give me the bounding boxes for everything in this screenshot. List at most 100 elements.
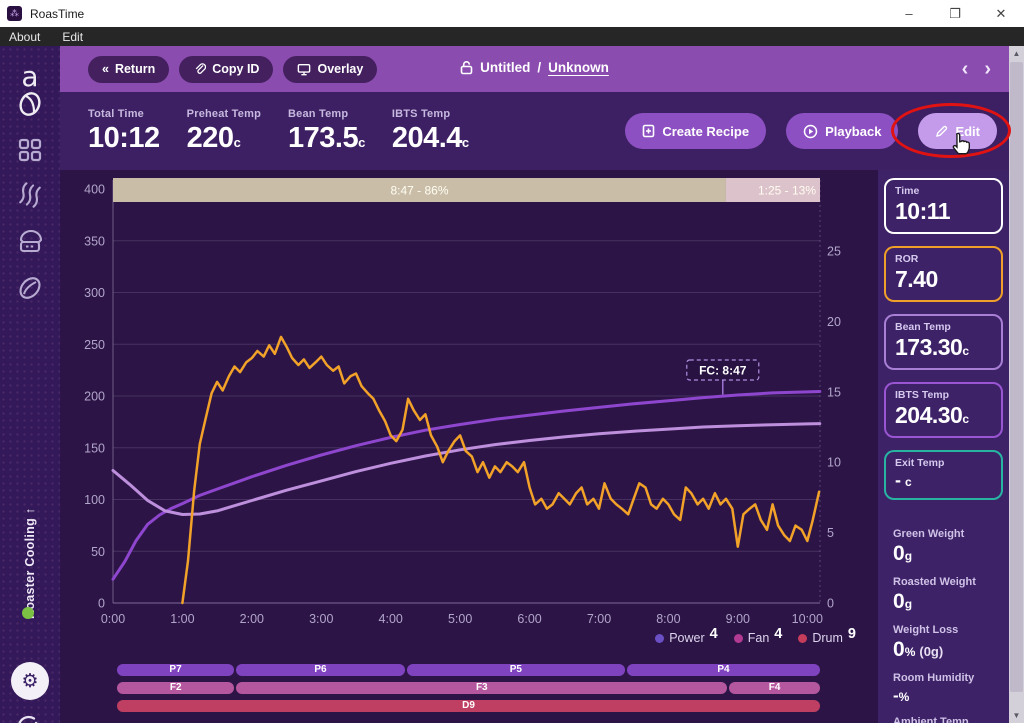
main-area: « Return Copy ID Overlay xyxy=(60,46,1009,723)
power-segment-P6: P6 xyxy=(236,664,405,676)
aillio-logo-icon[interactable]: a xyxy=(15,60,45,118)
live-readings-panel: Time 10:11 ROR 7.40 Bean Temp 173.30c IB… xyxy=(878,170,1009,723)
svg-text:0:00: 0:00 xyxy=(101,612,125,626)
svg-text:6:00: 6:00 xyxy=(517,612,541,626)
card-ror: ROR 7.40 xyxy=(884,246,1003,302)
weights-section: Green Weight 0g Roasted Weight 0g Weight… xyxy=(884,512,1003,723)
power-bar-row: P7P6P5P4 xyxy=(117,664,820,676)
svg-text:1:00: 1:00 xyxy=(170,612,194,626)
green-weight: Green Weight 0g xyxy=(893,528,1000,566)
roastime-window: ⁂ RoasTime – ❐ ✕ About Edit a xyxy=(0,0,1024,723)
svg-text:5: 5 xyxy=(827,526,834,540)
pencil-icon xyxy=(935,125,948,138)
power-dot-icon xyxy=(655,634,664,643)
scrollbar[interactable]: ▲ ▼ xyxy=(1009,46,1024,723)
svg-text:20: 20 xyxy=(827,315,841,329)
maximize-button[interactable]: ❐ xyxy=(932,0,978,27)
double-chevron-left-icon: « xyxy=(102,62,109,76)
status-arrow: ↑ xyxy=(23,508,37,515)
fan-segment-F2: F2 xyxy=(117,682,234,694)
svg-text:300: 300 xyxy=(84,286,105,300)
weight-loss: Weight Loss 0%(0g) xyxy=(893,624,1000,662)
dashboard-grid-icon[interactable] xyxy=(18,138,42,162)
fan-dot-icon xyxy=(734,634,743,643)
svg-text:0: 0 xyxy=(98,597,105,611)
svg-text:FC: 8:47: FC: 8:47 xyxy=(699,364,747,378)
minimize-button[interactable]: – xyxy=(886,0,932,27)
svg-text:200: 200 xyxy=(84,390,105,404)
svg-text:8:47 - 86%: 8:47 - 86% xyxy=(390,184,448,198)
titlebar: ⁂ RoasTime – ❐ ✕ xyxy=(0,0,1024,27)
create-recipe-button[interactable]: Create Recipe xyxy=(625,113,766,149)
svg-text:2:00: 2:00 xyxy=(240,612,264,626)
legend-power[interactable]: Power 4 xyxy=(655,630,718,646)
roast-name: Untitled xyxy=(480,60,530,75)
status-green-dot xyxy=(22,607,34,619)
roaster-status-text: Roaster Cooling xyxy=(23,518,37,619)
next-roast-chevron[interactable]: › xyxy=(984,58,991,81)
scroll-up-arrow[interactable]: ▲ xyxy=(1009,46,1024,61)
card-time: Time 10:11 xyxy=(884,178,1003,234)
card-ibts-temp: IBTS Temp 204.30c xyxy=(884,382,1003,438)
document-plus-icon xyxy=(642,124,655,138)
power-segment-P7: P7 xyxy=(117,664,234,676)
overlay-screen-icon xyxy=(297,63,311,76)
svg-text:250: 250 xyxy=(84,338,105,352)
prev-roast-chevron[interactable]: ‹ xyxy=(962,58,969,81)
power-segment-P4: P4 xyxy=(627,664,820,676)
svg-text:8:00: 8:00 xyxy=(656,612,680,626)
return-button[interactable]: « Return xyxy=(88,56,169,83)
control-history-bars: P7P6P5P4 F2F3F4 D9 xyxy=(117,664,820,718)
edit-button[interactable]: Edit xyxy=(918,113,997,149)
legend-fan[interactable]: Fan 4 xyxy=(734,630,783,646)
close-button[interactable]: ✕ xyxy=(978,0,1024,27)
svg-text:50: 50 xyxy=(91,545,105,559)
roaster-machine-icon[interactable] xyxy=(16,228,44,254)
power-segment-P5: P5 xyxy=(407,664,625,676)
svg-text:4:00: 4:00 xyxy=(379,612,403,626)
overlay-button[interactable]: Overlay xyxy=(283,56,377,83)
paperclip-icon xyxy=(193,63,206,76)
menu-about[interactable]: About xyxy=(9,30,40,44)
copy-id-button[interactable]: Copy ID xyxy=(179,56,273,83)
fan-bar-row: F2F3F4 xyxy=(117,682,820,694)
left-sidebar: a xyxy=(0,46,60,723)
bean-icon[interactable] xyxy=(16,274,44,302)
roast-toolbar: « Return Copy ID Overlay xyxy=(60,46,1009,92)
play-circle-icon xyxy=(803,124,818,139)
svg-text:10:00: 10:00 xyxy=(792,612,823,626)
lock-icon[interactable] xyxy=(460,60,473,75)
legend-drum[interactable]: Drum 9 xyxy=(798,630,856,646)
drum-bar-row: D9 xyxy=(117,700,820,712)
stat-total-time: Total Time 10:12 xyxy=(88,108,160,155)
svg-text:25: 25 xyxy=(827,245,841,259)
svg-text:1:25 - 13%: 1:25 - 13% xyxy=(758,184,816,198)
svg-text:400: 400 xyxy=(84,183,105,197)
stat-ibts-temp: IBTS Temp 204.4c xyxy=(392,108,469,155)
drum-segment-D9: D9 xyxy=(117,700,820,712)
svg-text:3:00: 3:00 xyxy=(309,612,333,626)
svg-text:0: 0 xyxy=(827,597,834,611)
svg-text:15: 15 xyxy=(827,385,841,399)
logout-icon[interactable] xyxy=(17,714,43,723)
settings-gear-button[interactable]: ⚙ xyxy=(11,662,49,700)
room-humidity: Room Humidity -% xyxy=(893,672,1000,706)
drum-dot-icon xyxy=(798,634,807,643)
svg-text:9:00: 9:00 xyxy=(726,612,750,626)
svg-text:150: 150 xyxy=(84,441,105,455)
svg-text:100: 100 xyxy=(84,493,105,507)
svg-text:a: a xyxy=(21,60,38,93)
menubar: About Edit xyxy=(0,27,1024,46)
window-title: RoasTime xyxy=(30,7,84,21)
scrollbar-thumb[interactable] xyxy=(1010,62,1023,692)
scroll-down-arrow[interactable]: ▼ xyxy=(1009,708,1024,723)
roaster-status: Roaster Cooling ↑ xyxy=(0,484,60,614)
roasted-weight: Roasted Weight 0g xyxy=(893,576,1000,614)
svg-text:7:00: 7:00 xyxy=(587,612,611,626)
roast-bean-link[interactable]: Unknown xyxy=(548,60,609,75)
playback-button[interactable]: Playback xyxy=(786,113,898,149)
menu-edit[interactable]: Edit xyxy=(62,30,83,44)
fan-segment-F4: F4 xyxy=(729,682,820,694)
roast-chart[interactable]: 05010015020025030035040005101520250:001:… xyxy=(60,170,878,723)
roast-heat-icon[interactable] xyxy=(17,182,43,208)
